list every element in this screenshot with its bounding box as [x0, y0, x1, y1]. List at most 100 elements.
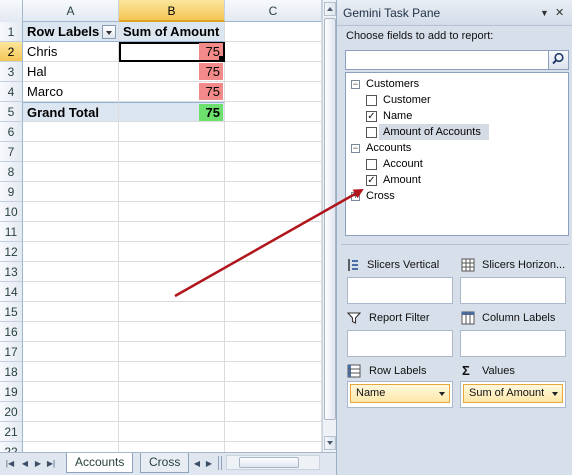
cell[interactable]: [225, 362, 322, 382]
row-header-21[interactable]: 21: [0, 422, 23, 442]
cell[interactable]: [119, 342, 225, 362]
cell[interactable]: [119, 162, 225, 182]
column-header-b[interactable]: B: [119, 0, 225, 22]
checkbox-customer[interactable]: [366, 95, 377, 106]
cell[interactable]: [225, 322, 322, 342]
cell[interactable]: [225, 182, 322, 202]
fill-handle[interactable]: [219, 56, 224, 61]
row-header-5[interactable]: 5: [0, 102, 23, 122]
pivot-row-label[interactable]: Hal: [23, 62, 119, 82]
field-amount[interactable]: Amount: [383, 172, 421, 188]
cell[interactable]: [225, 102, 322, 122]
tab-split-handle[interactable]: [218, 456, 222, 470]
row-header-2[interactable]: 2: [0, 42, 23, 62]
cell[interactable]: [23, 142, 119, 162]
cell[interactable]: [225, 382, 322, 402]
row-header-9[interactable]: 9: [0, 182, 23, 202]
cell[interactable]: [119, 362, 225, 382]
cell[interactable]: [23, 422, 119, 442]
row-labels-field-pill[interactable]: Name: [350, 384, 450, 403]
pane-options-dropdown-icon[interactable]: ▼: [540, 8, 549, 18]
insert-sheet-icon[interactable]: ◀: [192, 458, 202, 469]
first-sheet-icon[interactable]: |◀: [5, 458, 15, 469]
collapse-customers-icon[interactable]: −: [351, 80, 360, 89]
cell[interactable]: [119, 422, 225, 442]
next-sheet-icon[interactable]: ▶: [33, 458, 43, 469]
horizontal-scrollbar[interactable]: [226, 455, 320, 470]
prev-sheet-icon[interactable]: ◀: [20, 458, 30, 469]
cell[interactable]: [119, 182, 225, 202]
pane-splitter[interactable]: [341, 244, 569, 245]
cell[interactable]: [225, 422, 322, 442]
cell[interactable]: [225, 402, 322, 422]
close-icon[interactable]: ✕: [555, 6, 564, 19]
scroll-down-arrow-icon[interactable]: [324, 436, 336, 450]
field-name[interactable]: Name: [383, 108, 412, 124]
column-header-c[interactable]: C: [225, 0, 322, 22]
slicers-vertical-dropzone[interactable]: [347, 277, 453, 304]
row-header-18[interactable]: 18: [0, 362, 23, 382]
cell[interactable]: [225, 42, 322, 62]
row-header-4[interactable]: 4: [0, 82, 23, 102]
cell[interactable]: [225, 62, 322, 82]
row-header-14[interactable]: 14: [0, 282, 23, 302]
row-header-16[interactable]: 16: [0, 322, 23, 342]
column-header-a[interactable]: A: [23, 0, 119, 22]
cell[interactable]: [23, 222, 119, 242]
cell[interactable]: [119, 222, 225, 242]
cell[interactable]: [225, 122, 322, 142]
field-customer[interactable]: Customer: [383, 92, 431, 108]
cell[interactable]: [23, 382, 119, 402]
row-header-8[interactable]: 8: [0, 162, 23, 182]
pivot-value-cell[interactable]: 75: [119, 42, 225, 62]
cell[interactable]: [119, 382, 225, 402]
scroll-tabs-icon[interactable]: ▶: [204, 458, 214, 469]
slicers-horizontal-dropzone[interactable]: [460, 277, 566, 304]
sheet-tab-cross[interactable]: Cross: [140, 453, 190, 473]
cell[interactable]: [23, 322, 119, 342]
row-labels-filter-dropdown[interactable]: [102, 25, 116, 39]
cell[interactable]: [119, 322, 225, 342]
values-dropzone[interactable]: Sum of Amount: [460, 381, 566, 408]
column-labels-dropzone[interactable]: [460, 330, 566, 357]
row-header-15[interactable]: 15: [0, 302, 23, 322]
cell[interactable]: [119, 202, 225, 222]
cell[interactable]: [23, 242, 119, 262]
field-search-input[interactable]: [345, 50, 569, 70]
vertical-scrollbar[interactable]: [322, 0, 336, 452]
values-field-pill[interactable]: Sum of Amount: [463, 384, 563, 403]
expand-cross-icon[interactable]: +: [351, 192, 360, 201]
cell[interactable]: [225, 302, 322, 322]
pivot-row-label[interactable]: Marco: [23, 82, 119, 102]
cell[interactable]: [23, 262, 119, 282]
field-amount-of-accounts[interactable]: Amount of Accounts: [383, 124, 481, 140]
cell[interactable]: [225, 282, 322, 302]
grand-total-label[interactable]: Grand Total: [23, 102, 119, 122]
row-header-6[interactable]: 6: [0, 122, 23, 142]
cell[interactable]: [225, 82, 322, 102]
cell[interactable]: [23, 402, 119, 422]
pivot-value-cell[interactable]: 75: [119, 82, 225, 102]
table-customers[interactable]: Customers: [366, 76, 419, 92]
row-labels-dropzone[interactable]: Name: [347, 381, 453, 408]
cell[interactable]: [119, 242, 225, 262]
cell[interactable]: [225, 342, 322, 362]
row-header-13[interactable]: 13: [0, 262, 23, 282]
row-header-1[interactable]: 1: [0, 22, 23, 42]
cell[interactable]: [23, 202, 119, 222]
cell[interactable]: [225, 222, 322, 242]
cell[interactable]: [23, 182, 119, 202]
grand-total-cell[interactable]: 75: [119, 102, 225, 122]
cell[interactable]: [225, 202, 322, 222]
cell[interactable]: [119, 262, 225, 282]
chevron-down-icon[interactable]: [439, 392, 445, 396]
row-header-7[interactable]: 7: [0, 142, 23, 162]
checkbox-account[interactable]: [366, 159, 377, 170]
scroll-up-arrow-icon[interactable]: [324, 2, 336, 16]
collapse-accounts-icon[interactable]: −: [351, 144, 360, 153]
search-button[interactable]: [548, 51, 568, 69]
row-header-17[interactable]: 17: [0, 342, 23, 362]
table-accounts[interactable]: Accounts: [366, 140, 411, 156]
select-all-corner[interactable]: [0, 0, 23, 22]
cell[interactable]: [23, 342, 119, 362]
